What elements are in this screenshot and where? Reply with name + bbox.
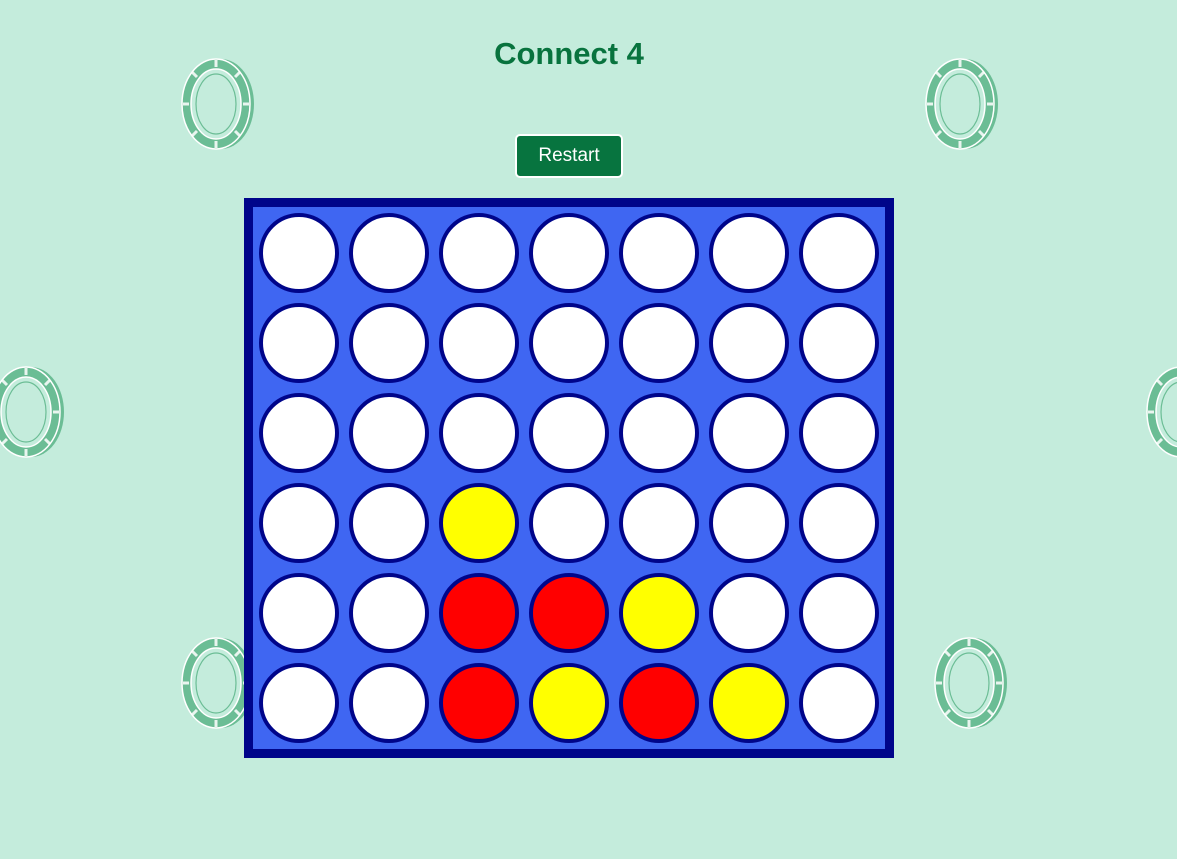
poker-chip-icon <box>0 366 64 458</box>
board-cell-r3-c4[interactable] <box>529 393 609 473</box>
poker-chip-icon <box>933 637 1007 729</box>
board-cell-r2-c4[interactable] <box>529 303 609 383</box>
poker-chip-icon <box>924 58 998 150</box>
board-cell-r6-c3[interactable] <box>439 663 519 743</box>
board-cell-r2-c7[interactable] <box>799 303 879 383</box>
game-board <box>244 198 894 758</box>
board-cell-r5-c4[interactable] <box>529 573 609 653</box>
board-cell-r3-c3[interactable] <box>439 393 519 473</box>
board-cell-r6-c1[interactable] <box>259 663 339 743</box>
poker-chip-icon <box>180 58 254 150</box>
board-cell-r4-c3[interactable] <box>439 483 519 563</box>
board-cell-r2-c5[interactable] <box>619 303 699 383</box>
board-cell-r5-c7[interactable] <box>799 573 879 653</box>
board-cell-r5-c5[interactable] <box>619 573 699 653</box>
board-cell-r4-c6[interactable] <box>709 483 789 563</box>
board-cell-r5-c1[interactable] <box>259 573 339 653</box>
board-cell-r2-c6[interactable] <box>709 303 789 383</box>
board-cell-r6-c7[interactable] <box>799 663 879 743</box>
board-cell-r3-c5[interactable] <box>619 393 699 473</box>
board-cell-r6-c6[interactable] <box>709 663 789 743</box>
poker-chip-icon <box>1145 366 1177 458</box>
board-cell-r3-c2[interactable] <box>349 393 429 473</box>
board-cell-r4-c2[interactable] <box>349 483 429 563</box>
board-cell-r1-c2[interactable] <box>349 213 429 293</box>
board-cell-r4-c4[interactable] <box>529 483 609 563</box>
board-cell-r2-c1[interactable] <box>259 303 339 383</box>
board-cell-r6-c4[interactable] <box>529 663 609 743</box>
restart-button[interactable]: Restart <box>515 134 623 178</box>
board-cell-r3-c1[interactable] <box>259 393 339 473</box>
board-cell-r1-c6[interactable] <box>709 213 789 293</box>
board-cell-r4-c7[interactable] <box>799 483 879 563</box>
board-cell-r4-c1[interactable] <box>259 483 339 563</box>
board-cell-r1-c1[interactable] <box>259 213 339 293</box>
board-cell-r5-c6[interactable] <box>709 573 789 653</box>
board-cell-r3-c6[interactable] <box>709 393 789 473</box>
board-cell-r1-c7[interactable] <box>799 213 879 293</box>
board-cell-r5-c3[interactable] <box>439 573 519 653</box>
board-cell-r1-c3[interactable] <box>439 213 519 293</box>
board-cell-r5-c2[interactable] <box>349 573 429 653</box>
poker-chip-icon <box>180 637 254 729</box>
board-cell-r6-c5[interactable] <box>619 663 699 743</box>
board-cell-r6-c2[interactable] <box>349 663 429 743</box>
board-cell-r1-c4[interactable] <box>529 213 609 293</box>
board-cell-r1-c5[interactable] <box>619 213 699 293</box>
board-cell-r3-c7[interactable] <box>799 393 879 473</box>
board-cell-r2-c3[interactable] <box>439 303 519 383</box>
board-cell-r4-c5[interactable] <box>619 483 699 563</box>
board-cell-r2-c2[interactable] <box>349 303 429 383</box>
